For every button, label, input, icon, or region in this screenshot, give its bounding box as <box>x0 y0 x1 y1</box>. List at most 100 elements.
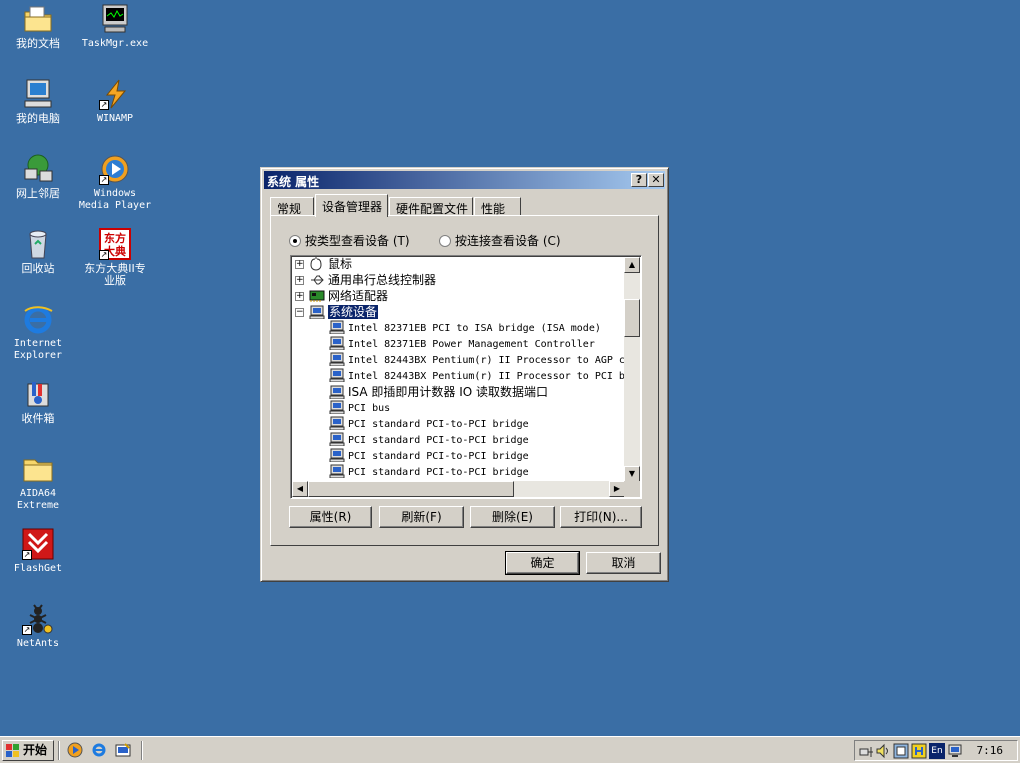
tree-device-item[interactable]: Intel 82443BX Pentium(r) II Processor to… <box>329 352 625 368</box>
taskbar-divider <box>58 741 60 760</box>
tree-item-label: PCI standard PCI-to-PCI bridge <box>348 467 529 478</box>
device-tree[interactable]: + 鼠标 + 通用串行总线控制器 + 网络适配器 − 系统设备 Intel 82… <box>290 255 642 499</box>
device-icon <box>329 432 345 447</box>
tree-item-label: 网络适配器 <box>328 289 389 303</box>
desktop-icon-dictionary[interactable]: 东方 大典 ↗ 东方大典II专 业版 <box>77 228 153 287</box>
desktop-icon-ie[interactable]: Internet Explorer <box>0 303 76 362</box>
windows-logo-icon <box>6 744 20 757</box>
tree-device-item[interactable]: Intel 82371EB PCI to ISA bridge (ISA mod… <box>329 320 601 336</box>
device-icon <box>329 464 345 479</box>
expand-icon[interactable]: + <box>295 260 304 269</box>
desktop-icon-label: Internet Explorer <box>13 338 63 361</box>
properties-button[interactable]: 属性(R) <box>289 506 372 528</box>
shortcut-arrow-icon: ↗ <box>99 175 109 185</box>
dictionary-icon: 东方 大典 ↗ <box>99 228 131 260</box>
window-title: 系统 属性 <box>267 175 320 189</box>
collapse-icon[interactable]: − <box>295 308 304 317</box>
network-tray-icon[interactable] <box>859 743 875 759</box>
remove-button[interactable]: 删除(E) <box>470 506 555 528</box>
shortcut-arrow-icon: ↗ <box>22 550 32 560</box>
expand-icon[interactable]: + <box>295 276 304 285</box>
view-by-type-radio[interactable]: 按类型查看设备 (T) <box>289 232 410 249</box>
tree-item-label: Intel 82371EB Power Management Controlle… <box>348 339 595 350</box>
device-icon <box>329 352 345 367</box>
refresh-button[interactable]: 刷新(F) <box>379 506 464 528</box>
tree-item-usb[interactable]: + 通用串行总线控制器 <box>295 272 436 288</box>
flashget-icon: ↗ <box>22 528 54 560</box>
volume-icon[interactable] <box>875 743 891 759</box>
tab-hardware-profiles[interactable]: 硬件配置文件 <box>389 197 473 216</box>
mouse-icon <box>309 257 325 271</box>
shortcut-arrow-icon: ↗ <box>99 250 109 260</box>
tree-device-item[interactable]: PCI standard PCI-to-PCI bridge <box>329 448 529 464</box>
desktop-icon-label: Windows Media Player <box>78 188 152 211</box>
tab-general[interactable]: 常规 <box>270 197 314 216</box>
scroll-right-icon[interactable]: ▶ <box>609 481 625 497</box>
winamp-icon: ↗ <box>99 78 131 110</box>
display-tray-icon[interactable] <box>893 743 909 759</box>
tree-device-item[interactable]: ISA 即插即用计数器 IO 读取数据端口 <box>329 384 548 400</box>
horizontal-scroll-thumb[interactable] <box>308 481 514 497</box>
desktop-icon-label: 收件箱 <box>21 412 55 425</box>
close-button[interactable]: ✕ <box>648 173 664 187</box>
tree-device-item[interactable]: PCI standard PCI-to-PCI bridge <box>329 432 529 448</box>
desktop-icon-inbox[interactable]: 收件箱 <box>0 378 76 425</box>
tree-item-label: PCI bus <box>348 403 391 414</box>
tree-device-item[interactable]: PCI standard PCI-to-PCI bridge <box>329 464 529 480</box>
vertical-scrollbar[interactable]: ▲ ▼ <box>624 257 640 482</box>
ok-button[interactable]: 确定 <box>505 551 580 575</box>
vertical-scroll-thumb[interactable] <box>624 299 640 337</box>
tree-item-mouse[interactable]: + 鼠标 <box>295 256 352 272</box>
scroll-down-icon[interactable]: ▼ <box>624 466 640 482</box>
language-indicator[interactable]: En <box>929 743 945 759</box>
desktop-icon-winamp[interactable]: ↗ WINAMP <box>77 78 153 125</box>
tree-device-item[interactable]: PCI bus <box>329 400 390 416</box>
tree-item-label: PCI standard PCI-to-PCI bridge <box>348 419 529 430</box>
desktop-icon-my-computer[interactable]: 我的电脑 <box>0 78 76 125</box>
view-by-connection-radio[interactable]: 按连接查看设备 (C) <box>439 232 561 249</box>
horizontal-scrollbar[interactable]: ◀ ▶ <box>292 481 625 497</box>
tree-device-item[interactable]: PCI standard PCI-to-PCI bridge <box>329 416 529 432</box>
device-icon <box>329 416 345 431</box>
desktop-icon-media-player[interactable]: ↗ Windows Media Player <box>77 153 153 212</box>
tree-item-label: Intel 82371EB PCI to ISA bridge (ISA mod… <box>348 323 601 334</box>
tree-item-system-devices[interactable]: − 系统设备 <box>295 304 380 320</box>
desktop-icon-label: TaskMgr.exe <box>81 38 149 49</box>
tree-item-network-adapters[interactable]: + 网络适配器 <box>295 288 388 304</box>
desktop-icon-aida64[interactable]: AIDA64 Extreme <box>0 453 76 512</box>
tree-item-label: Intel 82443BX Pentium(r) II Processor to… <box>348 371 625 382</box>
tab-performance[interactable]: 性能 <box>474 197 521 216</box>
start-button[interactable]: 开始 <box>2 740 54 761</box>
monitor-tray-icon[interactable] <box>947 743 963 759</box>
print-button[interactable]: 打印(N)... <box>560 506 642 528</box>
desktop-icon-recycle-bin[interactable]: 回收站 <box>0 228 76 275</box>
network-places-icon <box>22 153 54 185</box>
cancel-button[interactable]: 取消 <box>586 552 661 574</box>
tab-device-manager[interactable]: 设备管理器 <box>315 194 388 217</box>
scroll-left-icon[interactable]: ◀ <box>292 481 308 497</box>
input-method-icon[interactable] <box>911 743 927 759</box>
desktop-icon-label: FlashGet <box>13 563 63 574</box>
title-bar[interactable]: 系统 属性 ? ✕ <box>264 171 665 189</box>
expand-icon[interactable]: + <box>295 292 304 301</box>
scroll-up-icon[interactable]: ▲ <box>624 257 640 273</box>
desktop-icon-flashget[interactable]: ↗ FlashGet <box>0 528 76 575</box>
taskbar-divider <box>141 741 143 760</box>
media-player-quicklaunch-icon[interactable] <box>67 742 83 758</box>
show-desktop-icon[interactable] <box>115 742 131 758</box>
desktop-icon-my-documents[interactable]: 我的文档 <box>0 3 76 50</box>
desktop-icon-netants[interactable]: ↗ NetAnts <box>0 603 76 650</box>
ie-quicklaunch-icon[interactable] <box>91 742 107 758</box>
clock[interactable]: 7:16 <box>977 744 1004 757</box>
desktop-icon-label: 网上邻居 <box>16 187 60 200</box>
help-button[interactable]: ? <box>631 173 647 187</box>
media-player-icon: ↗ <box>99 153 131 185</box>
device-icon <box>329 336 345 351</box>
tree-device-item[interactable]: Intel 82371EB Power Management Controlle… <box>329 336 595 352</box>
folder-icon <box>22 453 54 485</box>
tree-device-item[interactable]: Intel 82443BX Pentium(r) II Processor to… <box>329 368 625 384</box>
tree-item-label: PCI standard PCI-to-PCI bridge <box>348 451 529 462</box>
desktop-icon-taskmgr[interactable]: TaskMgr.exe <box>77 3 153 50</box>
computer-icon <box>309 305 325 320</box>
desktop-icon-network[interactable]: 网上邻居 <box>0 153 76 200</box>
